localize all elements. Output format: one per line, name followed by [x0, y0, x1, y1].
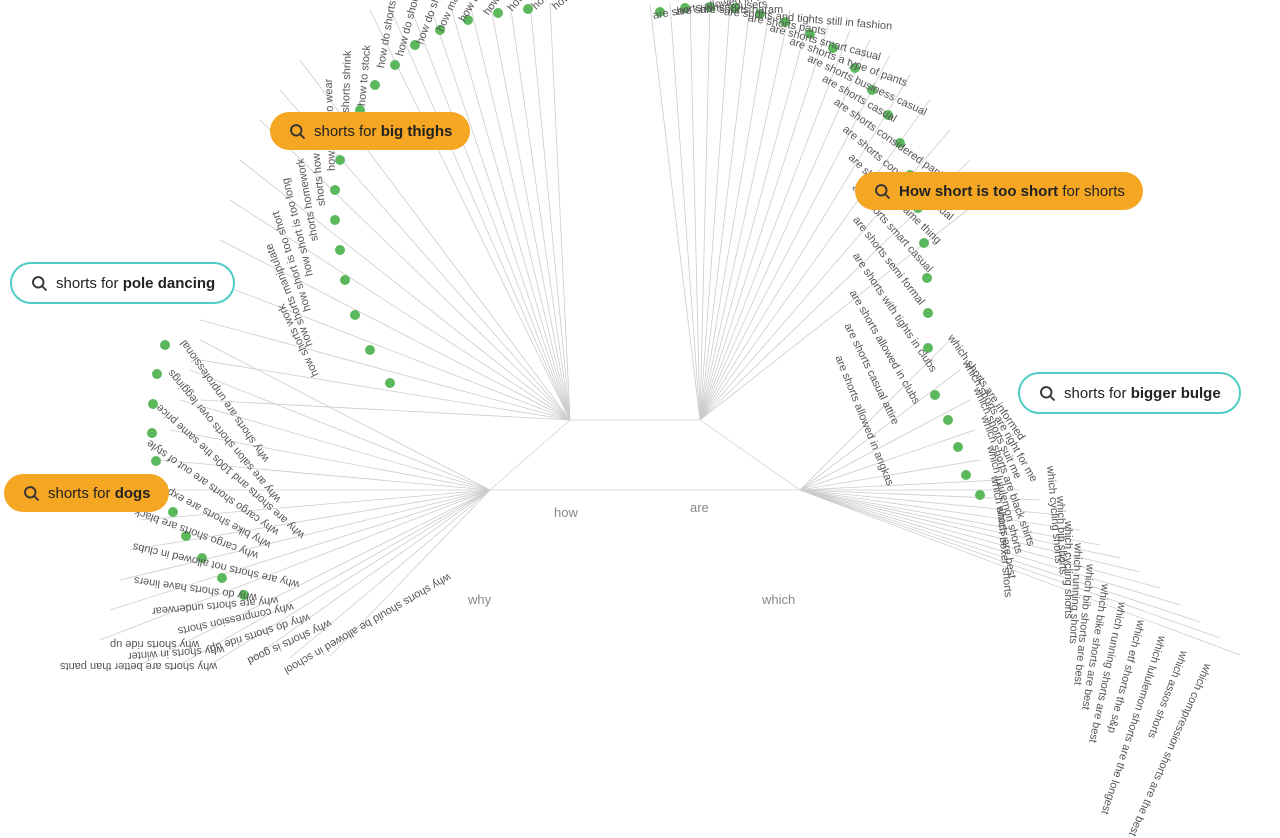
- why-item-6: why cargo shorts are black: [133, 505, 260, 561]
- which-item-10: which cycling shorts: [1062, 521, 1074, 619]
- are-item-14: are shorts semi formal: [850, 214, 926, 307]
- which-item-17: which assos shorts: [1145, 649, 1190, 740]
- how-item-14: shorts homework: [295, 157, 321, 242]
- how-item-10: how to stock: [356, 45, 373, 107]
- why-item-11: why do shorts ride up: [208, 611, 311, 655]
- dogs-bubble[interactable]: shorts for dogs: [4, 474, 169, 512]
- how-item-13: shorts how to: [309, 140, 328, 206]
- why-item-15: why shorts in winter: [128, 643, 225, 662]
- radial-lines: [0, 0, 1280, 675]
- which-item-3: which shorts suit me: [971, 385, 1024, 480]
- which-item-6: which shorts are best: [988, 475, 1018, 579]
- big-thighs-label: shorts for big thighs: [314, 123, 452, 140]
- bigger-bulge-label: shorts for bigger bulge: [1064, 385, 1221, 402]
- how-label: how: [554, 505, 578, 520]
- why-item-8: why do shorts have liners: [133, 574, 258, 603]
- are-item-4: are shorts and tights still in fashion: [723, 6, 892, 33]
- why-item-2: why are salon shorts over leggings: [165, 367, 283, 504]
- why-label: why: [468, 592, 491, 607]
- why-item-16: why shorts are better than pants: [60, 660, 217, 672]
- why-item-7: why are shorts not allowed in clubs: [132, 540, 301, 590]
- pole-dancing-label: shorts for pole dancing: [56, 275, 215, 292]
- are-item-18: are shorts allowed in angkas: [832, 354, 895, 488]
- how-item-2: how do shorts work in the stock market: [394, 0, 455, 58]
- are-label: are: [690, 500, 709, 515]
- why-item-14: why shorts ride up: [110, 638, 199, 650]
- which-item-15: which etf shorts the s&p: [1105, 618, 1147, 734]
- are-item-3: are shorts haram: [700, 4, 783, 16]
- which-item-16: which lululemon shorts are the longest: [1098, 634, 1167, 816]
- search-icon: [30, 274, 48, 292]
- search-icon: [22, 484, 40, 502]
- dogs-label: shorts for dogs: [48, 485, 151, 502]
- why-item-3: why are shorts and 100s the same price: [154, 402, 307, 541]
- are-item-8: are shorts business casual: [805, 53, 928, 119]
- which-item-18: which compression shorts are the best: [1126, 662, 1213, 838]
- why-item-9: why are shorts underwear: [151, 594, 278, 617]
- which-item-9: which bib shorts: [1054, 496, 1069, 575]
- why-item-13: why shorts should be allowed in school: [282, 571, 453, 676]
- how-item-17: how shorts manipulate: [263, 242, 315, 349]
- how-item-9: how shorts pattern: [550, 0, 627, 13]
- which-label: which: [762, 592, 795, 607]
- how-item-7: how to measure rise: [505, 0, 578, 14]
- how-item-18: how shorts work: [276, 302, 322, 379]
- search-icon: [288, 122, 306, 140]
- are-item-6: are shorts smart casual: [768, 22, 882, 63]
- which-item-8: which cycling shorts: [1044, 465, 1064, 564]
- are-item-5: are shorts pants: [747, 12, 827, 38]
- are-item-9: are shorts casual: [820, 73, 899, 125]
- search-icon: [873, 182, 891, 200]
- pole-dancing-bubble[interactable]: shorts for pole dancing: [10, 262, 235, 304]
- which-item-12: which bib shorts are best: [1071, 563, 1096, 685]
- how-item-3: how do shorts make money: [414, 0, 471, 46]
- how-item-8: how shorts are measured: [530, 0, 626, 12]
- how-item-16: how short is too short: [270, 210, 314, 313]
- how-item-15: how short is too long: [280, 177, 316, 278]
- which-item-1: which shorts are informed: [945, 333, 1027, 443]
- are-item-16: are shorts allowed in clubs: [847, 288, 922, 406]
- which-item-4: which shorts are black shirts: [978, 414, 1037, 548]
- are-item-2: are shorts trousers: [675, 0, 767, 18]
- how-short-bubble[interactable]: How short is too short for shorts: [855, 172, 1143, 210]
- are-item-7: are shorts a type of pants: [788, 35, 909, 89]
- which-item-14: which running shorts are best: [1086, 601, 1128, 744]
- why-item-10: why compression shorts: [177, 601, 295, 637]
- are-item-10: are shorts considered pants: [832, 96, 950, 184]
- why-item-12: why shorts is good: [245, 617, 333, 666]
- search-icon: [1038, 384, 1056, 402]
- bigger-bulge-bubble[interactable]: shorts for bigger bulge: [1018, 372, 1241, 414]
- which-item-5: which lululemon shorts: [984, 444, 1024, 555]
- which-item-11: which running shorts: [1067, 543, 1084, 644]
- how-item-1: how do shorts work: [375, 0, 403, 69]
- are-item-15: are shorts with tights in clubs: [850, 251, 939, 375]
- how-short-label: How short is too short for shorts: [899, 183, 1125, 200]
- big-thighs-bubble[interactable]: shorts for big thighs: [270, 112, 470, 150]
- why-item-1: why shorts are unprofessional: [178, 338, 272, 465]
- are-item-1: are shorts allowed in dubai: [652, 0, 783, 22]
- how-item-5: how are shorts supposed to fit: [457, 0, 541, 24]
- how-item-6: how to tie a drawstring: [481, 0, 554, 17]
- how-item-4: how many shorts should i own: [435, 0, 508, 34]
- which-item-7: which boxer shorts: [994, 505, 1014, 597]
- are-item-17: are shorts casual attire: [842, 321, 902, 426]
- which-item-13: which bike shorts are best: [1079, 583, 1111, 710]
